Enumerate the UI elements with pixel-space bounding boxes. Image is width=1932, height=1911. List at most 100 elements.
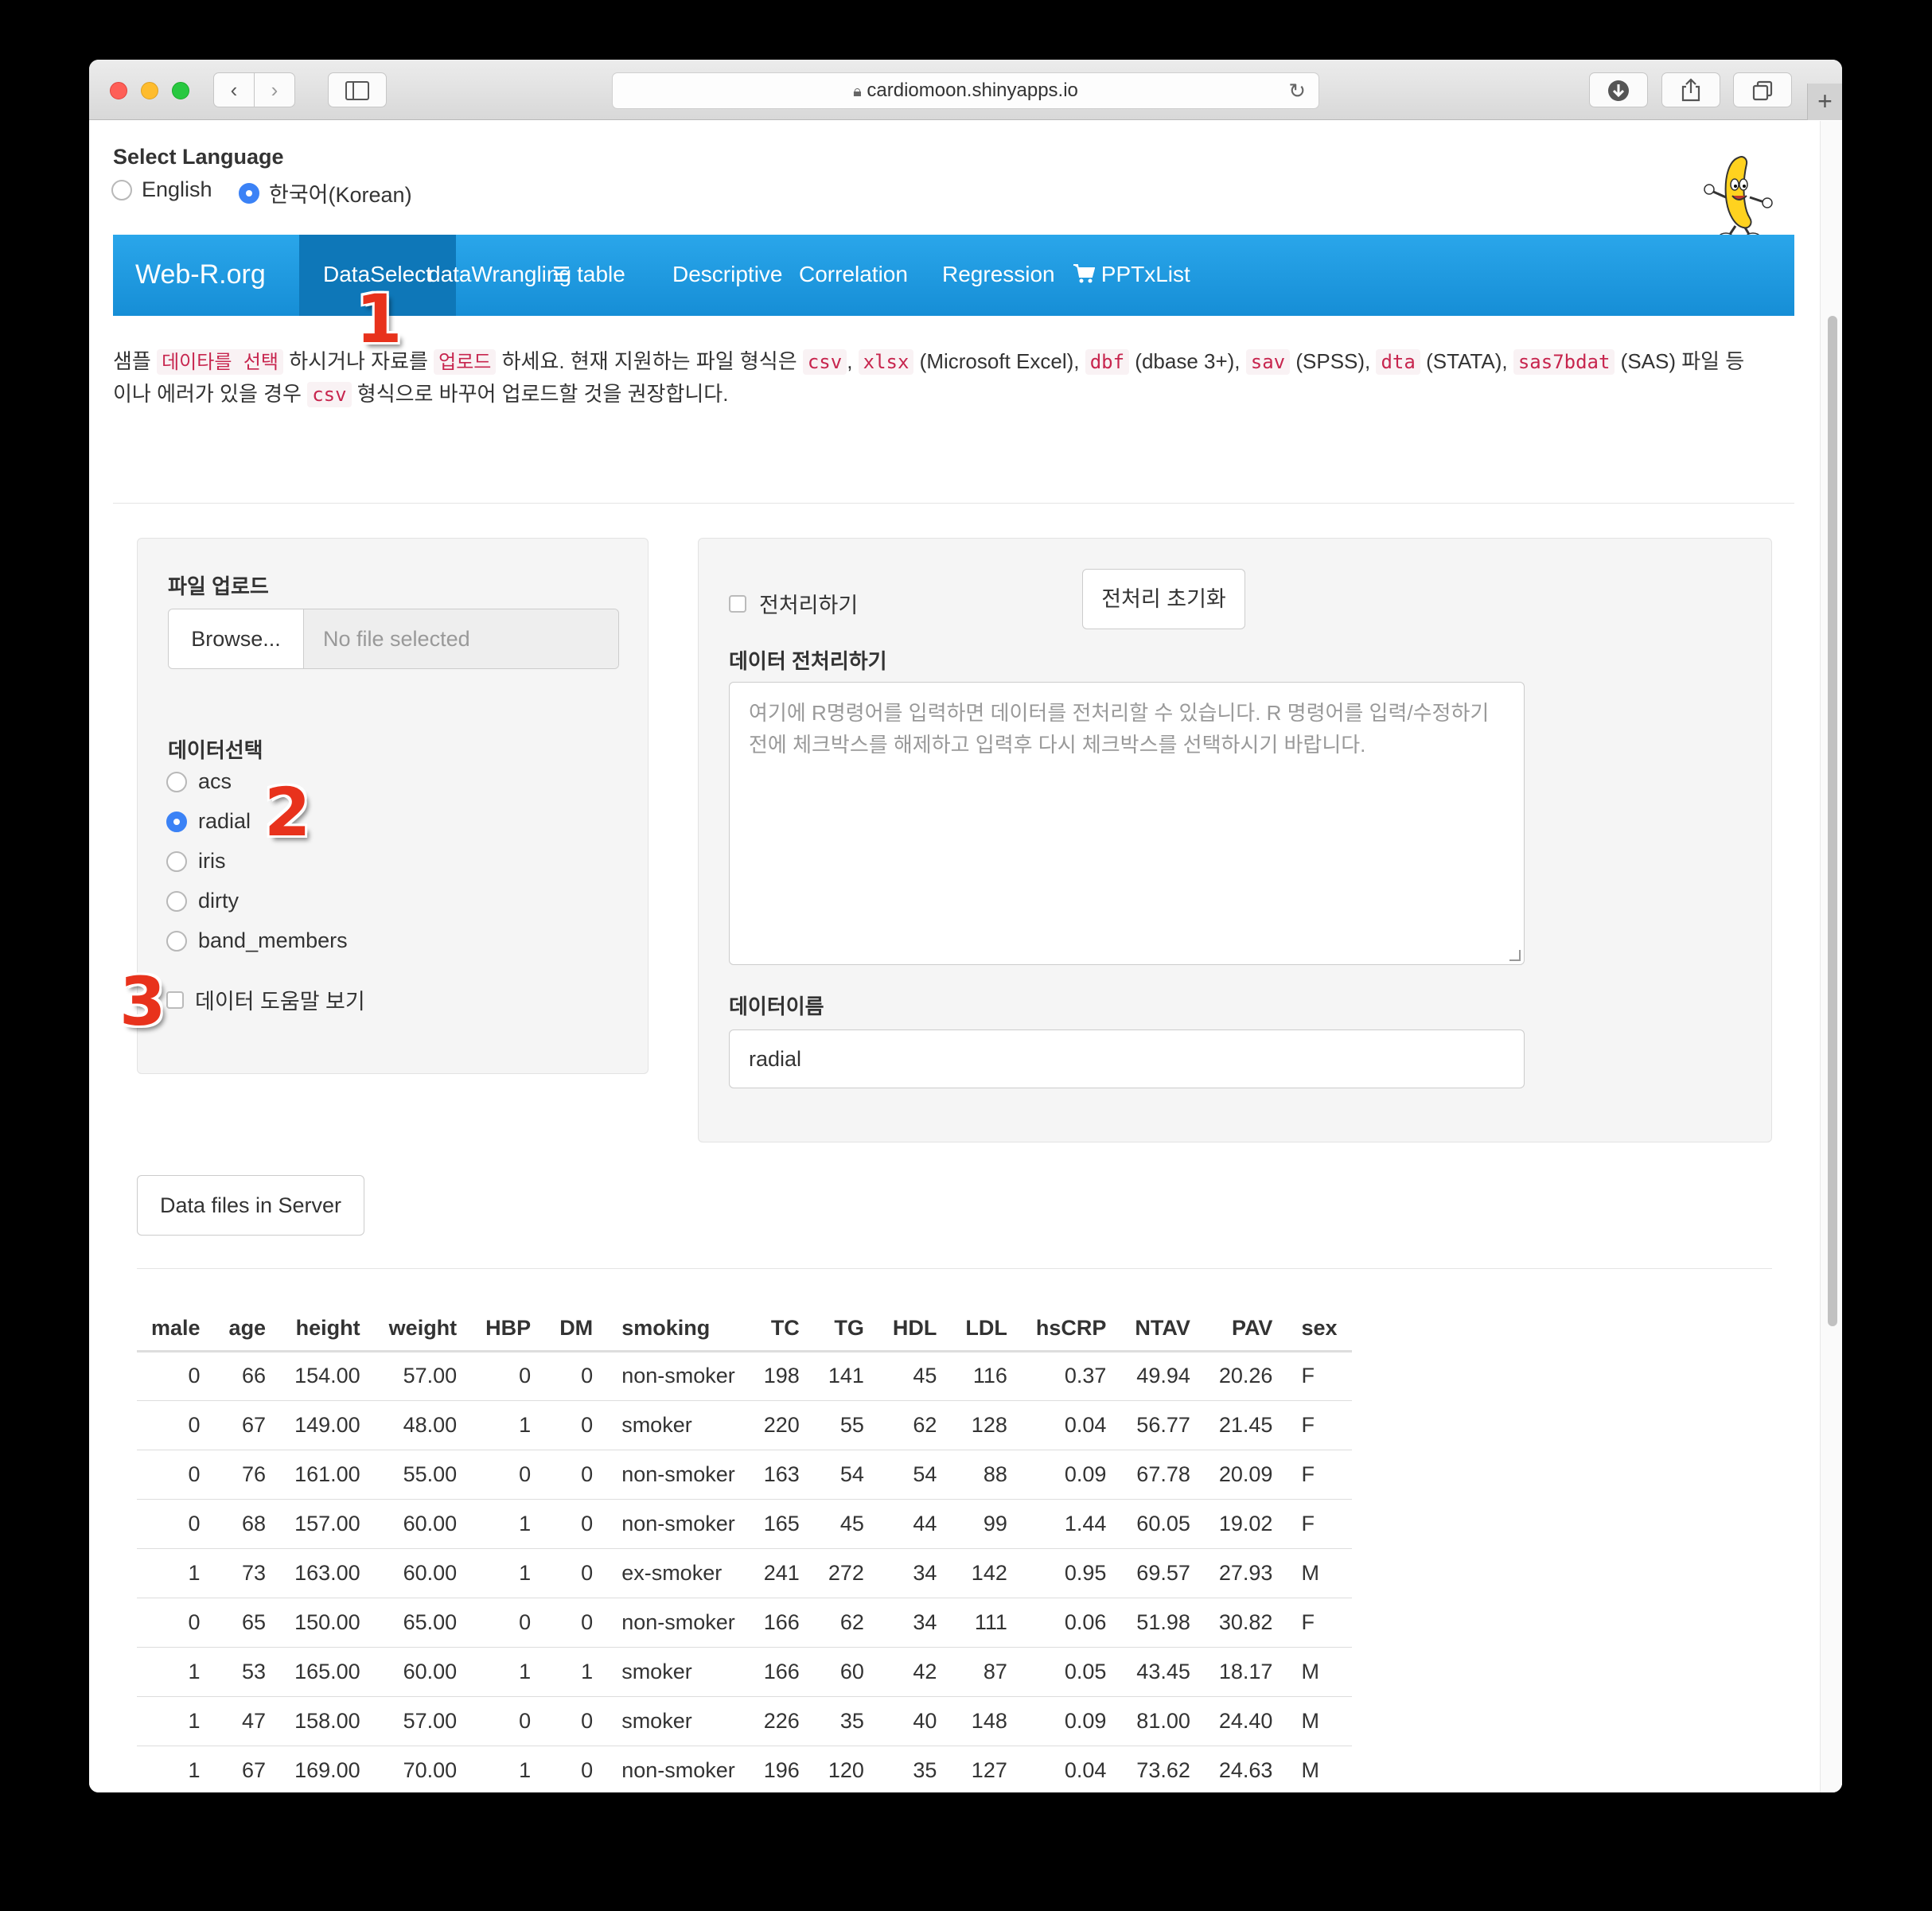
table-cell: 68: [214, 1499, 281, 1549]
data-name-input[interactable]: radial: [729, 1029, 1525, 1088]
resize-handle[interactable]: [1509, 950, 1521, 961]
data-files-in-server-button[interactable]: Data files in Server: [137, 1175, 364, 1236]
table-cell: F: [1287, 1499, 1352, 1549]
show-tabs-button[interactable]: [1733, 72, 1792, 107]
table-row: 1 47 158.00 57.00 0 0 smoker 226 35 40 148 0.09 81.0…: [137, 1696, 1352, 1746]
file-name-field[interactable]: No file selected: [304, 609, 618, 668]
table-cell: 0: [545, 1351, 608, 1401]
table-cell: 19.02: [1204, 1499, 1287, 1549]
table-cell: 34: [878, 1548, 952, 1598]
table-cell: 111: [951, 1598, 1022, 1648]
table-cell: 0.37: [1021, 1351, 1121, 1401]
sidebar-toggle-button[interactable]: [328, 72, 387, 107]
language-option-korean[interactable]: 한국어(Korean): [239, 177, 412, 208]
radio-dirty[interactable]: [166, 890, 187, 912]
scrollbar-thumb[interactable]: [1828, 316, 1837, 1326]
data-option-iris[interactable]: iris: [166, 849, 226, 874]
callout-3: 3: [119, 963, 166, 1041]
table-cell: 49.94: [1120, 1351, 1205, 1401]
intro-code: csv: [802, 349, 847, 375]
intro-segment: (dbase 3+),: [1129, 349, 1246, 373]
radio-english[interactable]: [111, 179, 132, 200]
table-cell: 20.26: [1204, 1351, 1287, 1401]
data-option-dirty[interactable]: dirty: [166, 889, 239, 913]
table-cell: 1: [471, 1647, 546, 1697]
radio-radial[interactable]: [166, 811, 187, 832]
preprocess-checkbox[interactable]: [729, 594, 746, 613]
address-bar[interactable]: 🔒︎ cardiomoon.shinyapps.io ↻: [612, 72, 1319, 109]
column-header: smoking: [607, 1306, 750, 1352]
file-upload-input[interactable]: Browse... No file selected: [168, 609, 619, 669]
tab-label: Descriptive: [672, 262, 783, 286]
preprocess-checkbox-row[interactable]: 전처리하기: [729, 588, 858, 619]
data-help-checkbox-row[interactable]: 데이터 도움말 보기: [166, 984, 365, 1015]
table-cell: 0: [545, 1400, 608, 1450]
radio-acs[interactable]: [166, 771, 187, 792]
table-cell: 1: [471, 1499, 546, 1549]
minimize-window-button[interactable]: [141, 82, 158, 99]
intro-segment: (Microsoft Excel),: [913, 349, 1085, 373]
navbar-brand[interactable]: Web-R.org: [135, 235, 266, 314]
table-cell: 67.78: [1120, 1450, 1205, 1500]
table-cell: 158.00: [280, 1696, 375, 1746]
table-cell: 48.00: [374, 1400, 472, 1450]
table-cell: 166: [749, 1647, 814, 1697]
table-cell: 166: [749, 1598, 814, 1648]
table-cell: F: [1287, 1450, 1352, 1500]
browser-window: ‹ › 🔒︎ cardiomoon.shinyapps.io ↻ + Selec…: [89, 60, 1842, 1792]
table-cell: 0.05: [1021, 1647, 1121, 1697]
table-cell: 54: [878, 1450, 952, 1500]
preprocess-code-textarea[interactable]: 여기에 R명령어를 입력하면 데이터를 전처리할 수 있습니다. R 명령어를 …: [729, 682, 1525, 965]
data-option-acs[interactable]: acs: [166, 769, 232, 794]
downloads-button[interactable]: [1589, 72, 1648, 107]
tabs-icon: [1752, 80, 1773, 101]
language-option-label: English: [142, 177, 212, 201]
vertical-scrollbar[interactable]: [1820, 121, 1842, 1792]
table-cell: 128: [951, 1400, 1022, 1450]
table-header-row: male age height weight HBP DM smoking TC TG HDL LD…: [137, 1306, 1352, 1352]
table-cell: 65.00: [374, 1598, 472, 1648]
data-option-radial[interactable]: radial: [166, 809, 251, 834]
table-cell: 20.09: [1204, 1450, 1287, 1500]
table-cell: 88: [951, 1450, 1022, 1500]
table-cell: 163: [749, 1450, 814, 1500]
table-cell: 0: [545, 1696, 608, 1746]
tab-pptxlist[interactable]: PPTxList: [1049, 235, 1214, 316]
radio-korean[interactable]: [239, 182, 259, 204]
column-header: weight: [374, 1306, 472, 1352]
preprocess-reset-button[interactable]: 전처리 초기화: [1082, 569, 1245, 629]
table-cell: 0: [137, 1400, 215, 1450]
browse-button[interactable]: Browse...: [169, 609, 304, 668]
tab-correlation[interactable]: Correlation: [775, 235, 932, 316]
tab-table[interactable]: ☰ table: [528, 235, 649, 316]
table-cell: 0: [471, 1696, 546, 1746]
data-option-label: iris: [198, 849, 226, 873]
data-option-label: acs: [198, 769, 232, 793]
back-button[interactable]: ‹: [213, 72, 255, 107]
radio-iris[interactable]: [166, 850, 187, 872]
table-cell: non-smoker: [607, 1499, 750, 1549]
close-window-button[interactable]: [110, 82, 127, 99]
column-header: HBP: [471, 1306, 546, 1352]
language-option-english[interactable]: English: [111, 177, 212, 202]
column-header: TC: [749, 1306, 814, 1352]
table-cell: 30.82: [1204, 1598, 1287, 1648]
table-cell: 0: [545, 1598, 608, 1648]
table-cell: 62: [813, 1598, 878, 1648]
data-input-panel: 파일 업로드 Browse... No file selected 데이터선택 …: [137, 538, 649, 1074]
table-row: 1 73 163.00 60.00 1 0 ex-smoker 241 272 34 142 0.95…: [137, 1548, 1352, 1598]
language-label: Select Language: [113, 145, 284, 169]
radio-band-members[interactable]: [166, 930, 187, 952]
forward-button[interactable]: ›: [254, 72, 295, 107]
data-option-band-members[interactable]: band_members: [166, 928, 348, 953]
zoom-window-button[interactable]: [172, 82, 189, 99]
data-help-checkbox[interactable]: [166, 991, 184, 1009]
new-tab-button[interactable]: +: [1807, 84, 1842, 120]
share-button[interactable]: [1661, 72, 1720, 107]
table-cell: 0: [471, 1598, 546, 1648]
intro-code: xlsx: [858, 349, 914, 375]
table-cell: 60.00: [374, 1548, 472, 1598]
reload-icon[interactable]: ↻: [1288, 73, 1306, 108]
intro-segment: 형식으로 바꾸어 업로드할 것을 권장합니다.: [351, 382, 729, 406]
table-cell: 0.95: [1021, 1548, 1121, 1598]
